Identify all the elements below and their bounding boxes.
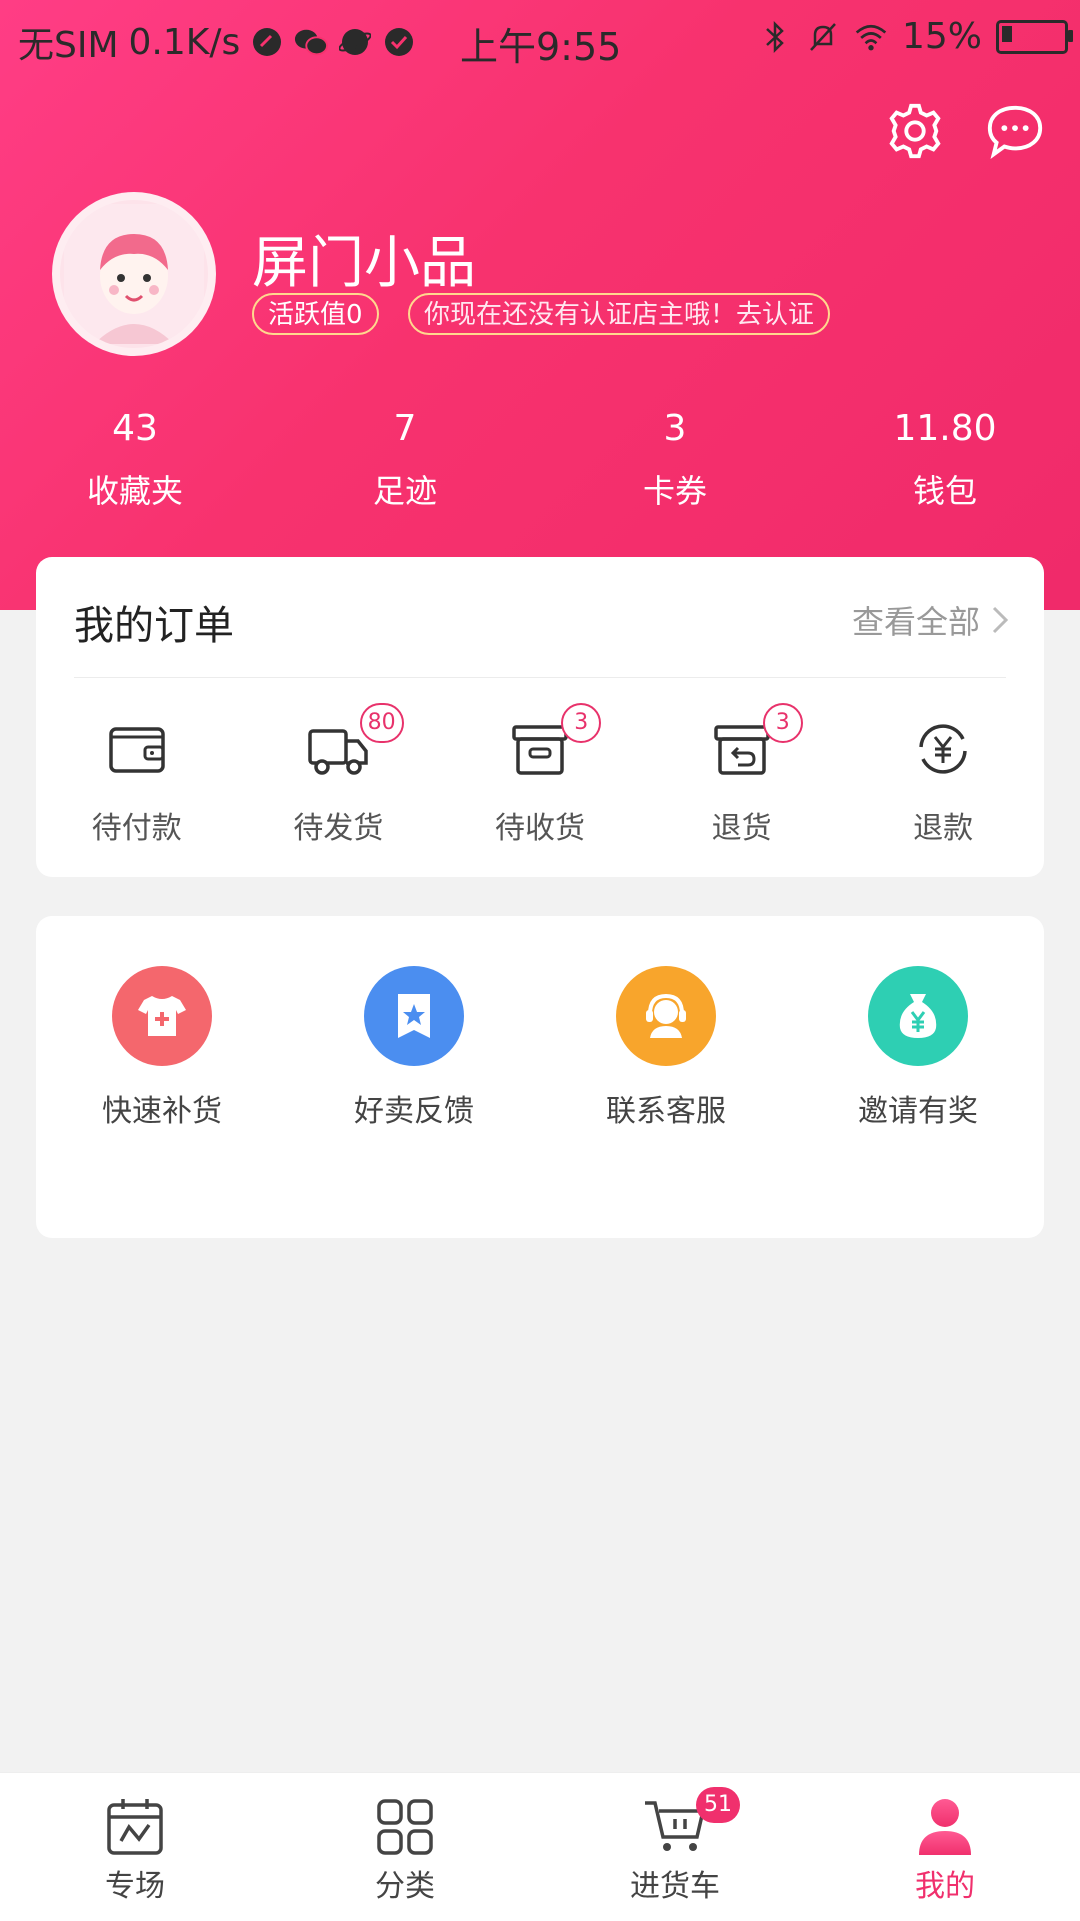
settings-gear-icon[interactable] (884, 100, 946, 162)
tab-label: 进货车 (630, 1869, 720, 1904)
certify-shop-link[interactable]: 你现在还没有认证店主哦！去认证 (408, 293, 831, 335)
calendar-chart-icon (107, 1799, 163, 1855)
stat-label: 钱包 (912, 472, 977, 510)
avatar-face-icon (64, 204, 204, 344)
battery-percent: 15% (901, 16, 982, 57)
stat-value: 43 (112, 408, 158, 449)
stat-label: 收藏夹 (86, 472, 183, 510)
view-all-orders-link[interactable]: 查看全部 (852, 597, 1010, 643)
wechat-icon (294, 25, 329, 59)
order-pending-shipment[interactable]: 80 待发货 (238, 703, 440, 847)
browser-icon (338, 25, 372, 59)
mute-bell-icon (806, 20, 840, 54)
shirt-plus-icon (112, 966, 212, 1066)
stats-row: 43 收藏夹 7 足迹 3 卡券 11.80 钱包 (0, 408, 1080, 512)
chevron-right-icon (992, 606, 1009, 634)
order-label: 待收货 (494, 811, 585, 846)
stat-value: 3 (663, 408, 687, 449)
battery-icon (996, 19, 1073, 54)
check-icon (382, 25, 416, 59)
refund-yen-icon (919, 724, 967, 774)
stat-wallet[interactable]: 11.80 钱包 (810, 408, 1080, 512)
profile-header: 无SIM 0.1K/s 上午9:55 15% 屏门小品 活跃值0 你现在还没有认… (0, 0, 1080, 610)
carrier-text: 无SIM (18, 25, 119, 66)
service-label: 邀请有奖 (858, 1094, 978, 1129)
service-sales-feedback[interactable]: 好卖反馈 (288, 966, 540, 1130)
message-bubble-icon[interactable] (984, 100, 1046, 162)
service-label: 联系客服 (606, 1094, 726, 1129)
tab-cart[interactable]: 51 进货车 (540, 1773, 810, 1921)
stat-value: 11.80 (893, 408, 997, 449)
order-returns[interactable]: 3 退货 (641, 703, 843, 847)
app-notification-icon (250, 25, 284, 59)
divider (74, 677, 1006, 678)
order-badge: 3 (561, 703, 602, 743)
person-icon (919, 1799, 971, 1855)
tab-label: 专场 (105, 1869, 165, 1904)
tab-special-events[interactable]: 专场 (0, 1773, 270, 1921)
tab-mine[interactable]: 我的 (810, 1773, 1080, 1921)
order-label: 退款 (913, 811, 974, 846)
bluetooth-icon (758, 20, 792, 54)
order-pending-payment[interactable]: 待付款 (36, 717, 238, 847)
activity-tag: 活跃值0 (252, 293, 379, 335)
orders-title: 我的订单 (74, 603, 234, 649)
service-contact-support[interactable]: 联系客服 (540, 966, 792, 1130)
grid-icon (377, 1799, 433, 1855)
stat-favorites[interactable]: 43 收藏夹 (0, 408, 270, 512)
stat-value: 7 (393, 408, 417, 449)
order-refunds[interactable]: 退款 (842, 717, 1044, 847)
order-label: 待发货 (293, 811, 384, 846)
order-label: 待付款 (91, 811, 182, 846)
order-badge: 3 (762, 703, 803, 743)
headset-icon (616, 966, 716, 1066)
avatar[interactable] (52, 192, 216, 356)
stat-label: 卡券 (642, 472, 707, 510)
stat-label: 足迹 (372, 472, 437, 510)
order-pending-receipt[interactable]: 3 待收货 (439, 703, 641, 847)
stat-coupons[interactable]: 3 卡券 (540, 408, 810, 512)
order-label: 退货 (711, 811, 772, 846)
clock: 上午9:55 (460, 25, 622, 69)
tab-label: 我的 (915, 1869, 975, 1904)
order-badge: 80 (359, 703, 404, 743)
tab-label: 分类 (375, 1869, 435, 1904)
stat-footprints[interactable]: 7 足迹 (270, 408, 540, 512)
my-orders-card: 我的订单 查看全部 待付款 80 待发货 3 待收货 3 退货 退款 (36, 557, 1044, 877)
bottom-tab-bar: 专场 分类 51 进货车 我的 (0, 1772, 1080, 1921)
service-label: 好卖反馈 (354, 1094, 474, 1129)
service-invite-reward[interactable]: 邀请有奖 (792, 966, 1044, 1130)
wifi-icon (854, 20, 888, 54)
wallet-icon (109, 727, 165, 773)
money-bag-icon (868, 966, 968, 1066)
tab-categories[interactable]: 分类 (270, 1773, 540, 1921)
cart-badge: 51 (696, 1787, 740, 1823)
service-quick-restock[interactable]: 快速补货 (36, 966, 288, 1130)
username: 屏门小品 (252, 231, 476, 296)
star-flag-icon (364, 966, 464, 1066)
service-label: 快速补货 (102, 1094, 222, 1129)
services-card: 快速补货 好卖反馈 联系客服 邀请有奖 (36, 916, 1044, 1238)
network-speed: 0.1K/s (128, 21, 241, 63)
status-bar: 无SIM 0.1K/s 上午9:55 15% (0, 0, 1080, 76)
view-all-label: 查看全部 (851, 603, 980, 641)
